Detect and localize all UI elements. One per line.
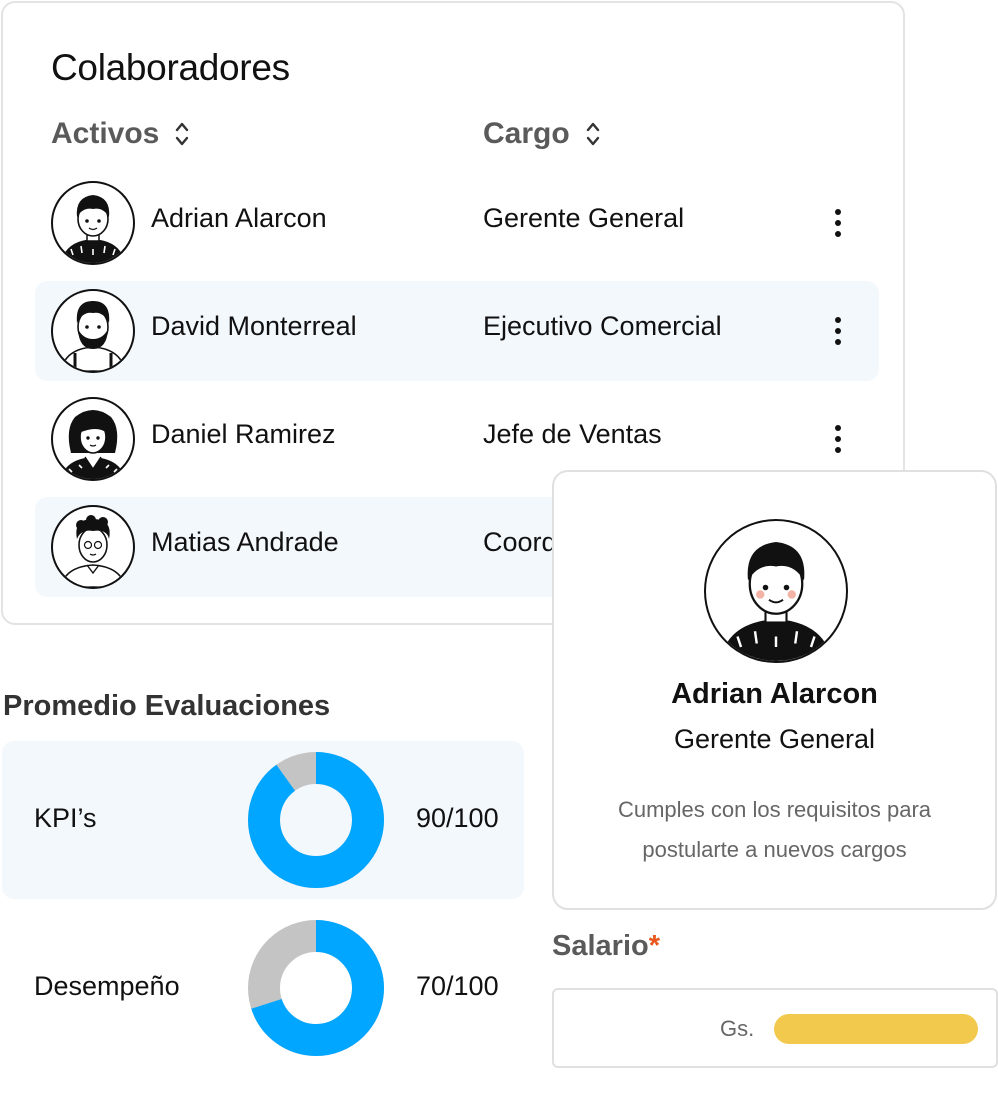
table-row[interactable]: Adrian Alarcon Gerente General [35, 173, 879, 273]
column-header-cargo[interactable]: Cargo [483, 117, 602, 151]
metric-value: 70/100 [416, 971, 499, 1001]
collaborator-name: Daniel Ramirez [151, 419, 336, 449]
avatar [51, 289, 135, 373]
profile-message: Cumples con los requisitos para postular… [617, 797, 932, 862]
required-mark: * [648, 930, 661, 962]
collaborator-role: Gerente General [483, 203, 685, 233]
collaborator-role: Jefe de Ventas [483, 419, 662, 449]
currency-prefix: Gs. [720, 1016, 755, 1041]
metric-label: KPI’s [34, 803, 97, 833]
avatar [51, 505, 135, 589]
metric-row-desempeno: Desempeño 70/100 [2, 909, 524, 1067]
collaborator-role: Coord [483, 527, 557, 557]
more-options-icon[interactable] [827, 411, 849, 467]
collaborator-name: Adrian Alarcon [151, 203, 327, 233]
avatar [51, 181, 135, 265]
donut-chart [248, 920, 384, 1056]
sort-icon[interactable] [584, 118, 602, 150]
salary-field[interactable]: Gs. [552, 988, 998, 1068]
salary-value-redacted [774, 1014, 978, 1044]
metric-label: Desempeño [34, 971, 180, 1001]
avatar [51, 397, 135, 481]
card-title: Colaboradores [51, 47, 290, 88]
collaborator-role: Ejecutivo Comercial [483, 311, 722, 341]
donut-fill [248, 752, 384, 888]
more-options-icon[interactable] [827, 303, 849, 359]
profile-card: Adrian Alarcon Gerente General Cumples c… [552, 470, 997, 910]
column-header-label: Activos [51, 117, 160, 150]
metric-value: 90/100 [416, 803, 499, 833]
profile-name: Adrian Alarcon [671, 678, 878, 710]
column-header-activos[interactable]: Activos [51, 117, 191, 151]
metric-row-kpi: KPI’s 90/100 [2, 741, 524, 899]
evaluations-title: Promedio Evaluaciones [3, 690, 331, 722]
column-header-label: Cargo [483, 117, 570, 150]
profile-role: Gerente General [673, 724, 876, 754]
profile-avatar [704, 519, 848, 663]
table-row[interactable]: David Monterreal Ejecutivo Comercial [35, 281, 879, 381]
collaborator-name: David Monterreal [151, 311, 357, 341]
donut-chart [248, 752, 384, 888]
more-options-icon[interactable] [827, 195, 849, 251]
sort-icon[interactable] [173, 118, 191, 150]
collaborator-name: Matias Andrade [151, 527, 339, 557]
salary-label: Salario* [552, 930, 661, 962]
